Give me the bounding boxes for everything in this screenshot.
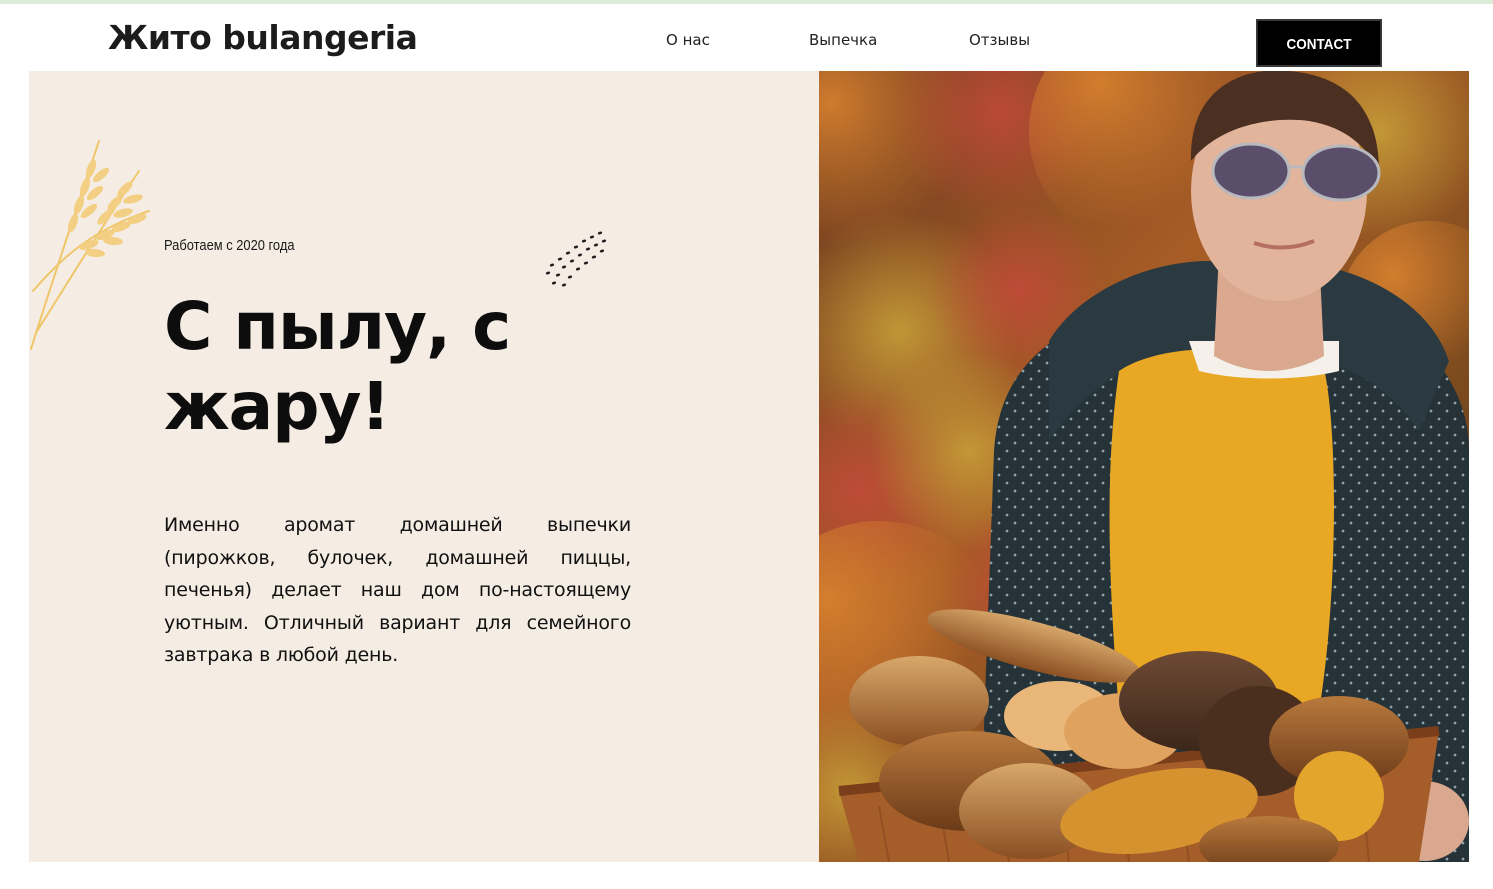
nav-link-about[interactable]: О нас <box>666 31 710 49</box>
since-tagline: Работаем с 2020 года <box>164 237 295 254</box>
baker-with-bread-image <box>819 71 1469 862</box>
site-header: Жито bulangeria О нас Выпечка Отзывы CON… <box>0 4 1493 71</box>
contact-button[interactable]: CONTACT <box>1256 19 1382 67</box>
site-logo[interactable]: Жито bulangeria <box>108 18 418 57</box>
wheat-icon <box>30 140 150 350</box>
seeds-decoration-icon <box>545 231 607 287</box>
nav-link-bakery[interactable]: Выпечка <box>809 31 877 49</box>
hero-text-panel: Работаем с 2020 года С пылу, с жару! Име… <box>29 71 819 862</box>
hero-headline: С пылу, с жару! <box>164 288 511 445</box>
hero-photo <box>819 71 1469 862</box>
nav-link-reviews[interactable]: Отзывы <box>969 31 1030 49</box>
hero-description: Именно аромат домашней выпечки (пирожков… <box>164 514 631 666</box>
